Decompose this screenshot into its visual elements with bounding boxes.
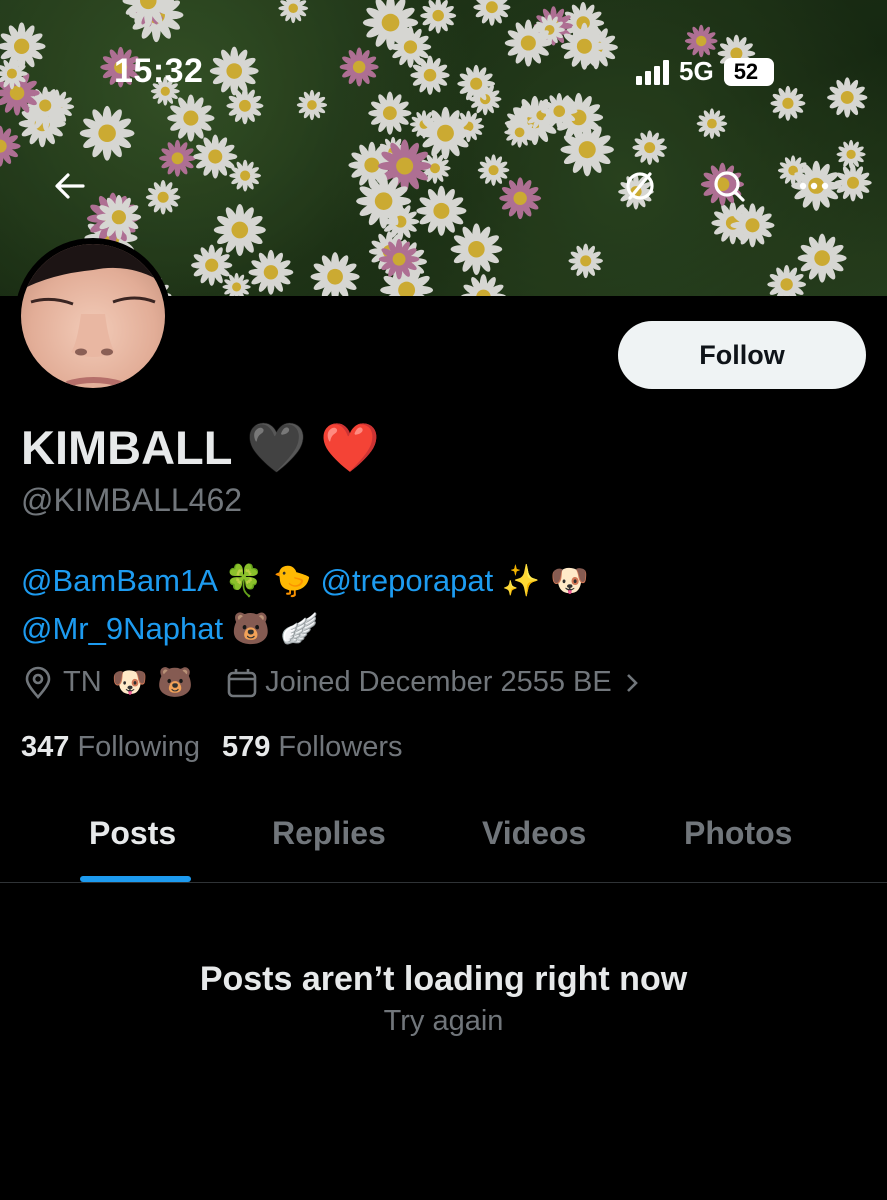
chevron-right-icon[interactable] xyxy=(622,670,642,696)
profile-bio: @BamBam1A 🍀 🐤 @treporapat ✨ 🐶 @Mr_9Napha… xyxy=(21,557,589,653)
try-again-button[interactable]: Try again xyxy=(0,1005,887,1038)
location-pin-icon xyxy=(25,666,51,699)
followers-link[interactable]: 579 Followers xyxy=(222,731,403,764)
mute-icon xyxy=(626,172,654,200)
arrow-left-icon xyxy=(55,173,85,199)
more-icon xyxy=(799,182,829,190)
followers-label: Followers xyxy=(278,731,403,763)
black-heart-icon: 🖤 xyxy=(246,420,307,476)
back-button[interactable] xyxy=(44,160,96,212)
profile-stats: 347 Following 579 Followers xyxy=(21,731,403,764)
location-text: TN xyxy=(63,666,102,698)
error-message: Posts aren’t loading right now xyxy=(199,960,688,998)
calendar-icon xyxy=(227,668,257,697)
bio-line-2: @Mr_9Naphat 🐻 🪽 xyxy=(21,605,589,653)
profile-handle: @KIMBALL462 xyxy=(21,482,243,518)
bio-emoji: 🐻 🪽 xyxy=(231,611,319,647)
search-button[interactable] xyxy=(703,160,755,212)
bio-line-1: @BamBam1A 🍀 🐤 @treporapat ✨ 🐶 xyxy=(21,557,589,605)
following-link[interactable]: 347 Following xyxy=(21,731,200,764)
followers-count: 579 xyxy=(221,731,271,763)
mute-button[interactable] xyxy=(614,160,666,212)
more-button[interactable] xyxy=(788,160,840,212)
profile-name-row: KIMBALL 🖤 ❤️ xyxy=(21,419,380,476)
location-emojis: 🐶 🐻 xyxy=(111,665,194,699)
mention-link[interactable]: @treporapat xyxy=(320,563,493,598)
mention-link[interactable]: @Mr_9Naphat xyxy=(21,611,223,646)
following-count: 347 xyxy=(21,731,70,763)
bio-emoji: 🍀 🐤 xyxy=(224,563,312,599)
search-icon xyxy=(714,171,745,202)
tab-videos[interactable]: Videos xyxy=(482,815,586,852)
red-heart-icon: ❤️ xyxy=(320,420,380,476)
network-type: 5G xyxy=(679,56,714,86)
battery-level: 52 xyxy=(733,58,759,84)
tab-posts[interactable]: Posts xyxy=(89,815,176,852)
tab-replies[interactable]: Replies xyxy=(272,815,386,852)
tab-photos[interactable]: Photos xyxy=(684,815,792,852)
status-indicators: 5G 52 xyxy=(636,56,774,87)
joined-date: Joined December 2555 BE xyxy=(265,666,612,698)
signal-icon xyxy=(636,59,669,85)
following-label: Following xyxy=(77,731,200,763)
display-name: KIMBALL xyxy=(21,421,233,474)
bio-emoji: ✨ 🐶 xyxy=(501,563,589,599)
mention-link[interactable]: @BamBam1A xyxy=(21,563,216,598)
profile-meta: TN 🐶 🐻 Joined December 2555 BE xyxy=(21,665,642,700)
profile-tabs: Posts Replies Videos Photos xyxy=(0,800,887,882)
status-time: 15:32 xyxy=(114,52,204,90)
tabs-divider xyxy=(0,882,887,883)
follow-button[interactable]: Follow xyxy=(618,321,866,389)
avatar[interactable] xyxy=(15,238,171,394)
battery-icon: 52 xyxy=(723,57,774,86)
avatar-image xyxy=(21,244,165,388)
